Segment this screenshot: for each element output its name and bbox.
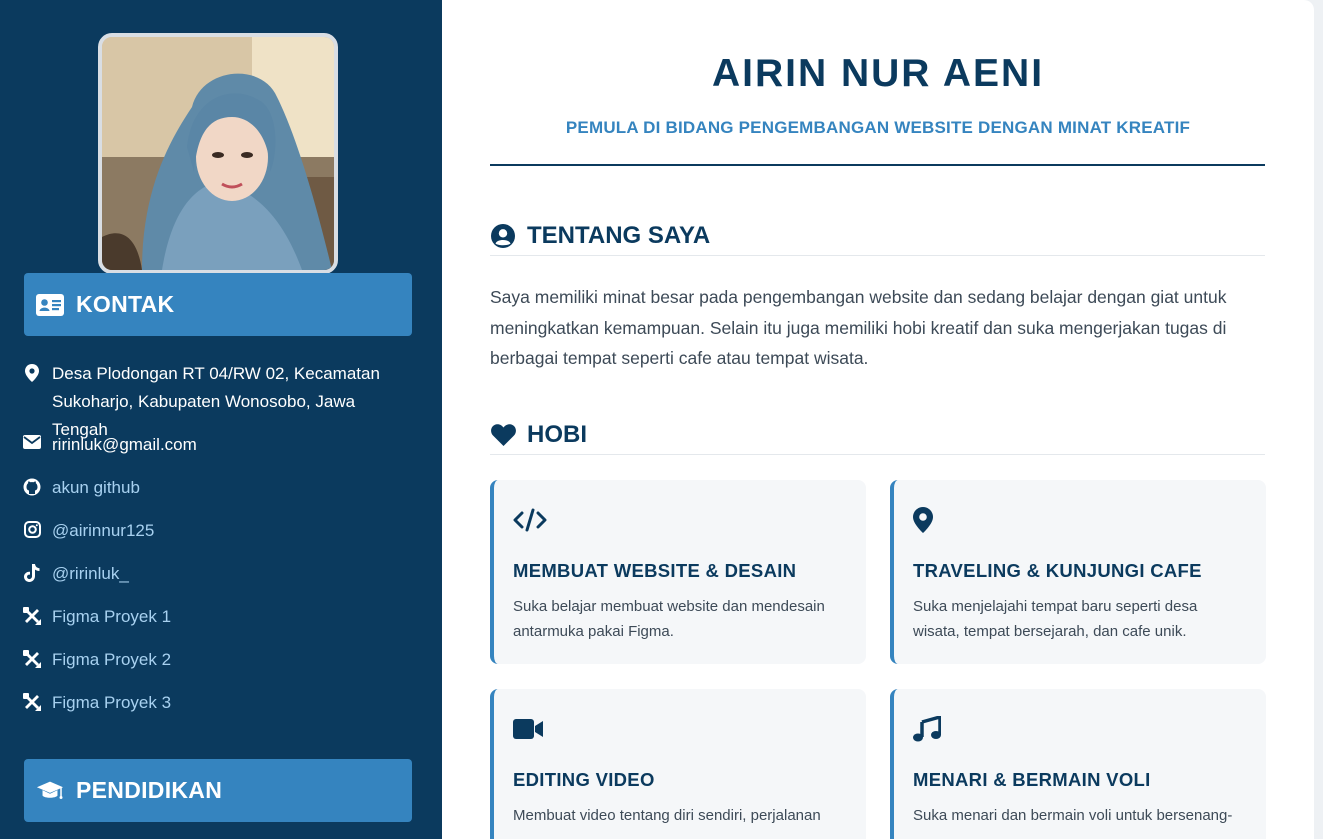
figma-tools-icon [22,693,42,713]
education-heading: PENDIDIKAN [24,759,412,822]
hobby-card-desc: Membuat video tentang diri sendiri, perj… [513,807,821,824]
hobby-card: MENARI & BERMAIN VOLI Suka menari dan be… [890,689,1266,839]
about-heading-label: TENTANG SAYA [527,221,711,249]
hobby-card-title: TRAVELING & KUNJUNGI CAFE [913,560,1202,581]
tiktok-icon [22,564,42,584]
contact-github-link[interactable]: akun github [22,474,422,502]
contact-figma-3-link[interactable]: Figma Proyek 3 [22,689,422,717]
instagram-icon [22,521,42,541]
education-heading-label: PENDIDIKAN [76,777,223,803]
contact-figma-1-link[interactable]: Figma Proyek 1 [22,603,422,631]
page-gutter [1314,0,1323,839]
figma-tools-icon [22,650,42,670]
about-heading: TENTANG SAYA [490,216,1265,256]
about-text: Saya memiliki minat besar pada pengemban… [490,287,1227,368]
cv-page: KONTAK Desa Plodongan RT 04/RW 02, Kecam… [0,0,1323,839]
github-icon [22,478,42,498]
hobby-card-title: MENARI & BERMAIN VOLI [913,769,1151,790]
sidebar: KONTAK Desa Plodongan RT 04/RW 02, Kecam… [0,0,442,839]
hobby-card: MEMBUAT WEBSITE & DESAIN Suka belajar me… [490,480,866,664]
contact-email-text: ririnluk@gmail.com [52,435,197,454]
graduation-cap-icon [36,777,64,805]
heart-icon [490,422,516,448]
contact-tiktok-text[interactable]: @ririnluk_ [52,560,129,588]
figma-tools-icon [22,607,42,627]
music-note-icon [913,715,1246,743]
main-content: AIRIN NUR AENI PEMULA DI BIDANG PENGEMBA… [442,0,1314,839]
hobby-card-desc: Suka belajar membuat website dan mendesa… [513,598,825,640]
envelope-icon [22,435,42,455]
location-pin-icon [913,506,1246,534]
location-pin-icon [22,364,42,384]
title-divider [490,164,1265,166]
profile-name: AIRIN NUR AENI [711,52,1045,95]
user-circle-icon [490,223,516,249]
id-card-icon [36,291,64,319]
contact-heading-label: KONTAK [76,291,175,317]
video-camera-icon [513,715,846,743]
code-icon [513,506,846,534]
profile-photo [98,33,338,274]
hobby-heading-label: HOBI [527,420,587,448]
contact-instagram-text[interactable]: @airinnur125 [52,517,154,545]
contact-email: ririnluk@gmail.com [22,431,422,459]
hobby-card: EDITING VIDEO Membuat video tentang diri… [490,689,866,839]
contact-heading: KONTAK [24,273,412,336]
contact-figma-3-text[interactable]: Figma Proyek 3 [52,689,171,717]
hobby-card-desc: Suka menari dan bermain voli untuk berse… [913,807,1233,824]
hobby-card-desc: Suka menjelajahi tempat baru seperti des… [913,598,1198,640]
profile-subtitle: PEMULA DI BIDANG PENGEMBANGAN WEBSITE DE… [565,118,1191,137]
contact-figma-2-text[interactable]: Figma Proyek 2 [52,646,171,674]
hobby-card: TRAVELING & KUNJUNGI CAFE Suka menjelaja… [890,480,1266,664]
contact-tiktok-link[interactable]: @ririnluk_ [22,560,422,588]
hobby-card-title: MEMBUAT WEBSITE & DESAIN [513,560,797,581]
contact-github-text[interactable]: akun github [52,474,140,502]
contact-figma-1-text[interactable]: Figma Proyek 1 [52,603,171,631]
hobby-card-title: EDITING VIDEO [513,769,655,790]
hobby-heading: HOBI [490,415,1265,455]
contact-figma-2-link[interactable]: Figma Proyek 2 [22,646,422,674]
contact-instagram-link[interactable]: @airinnur125 [22,517,422,545]
